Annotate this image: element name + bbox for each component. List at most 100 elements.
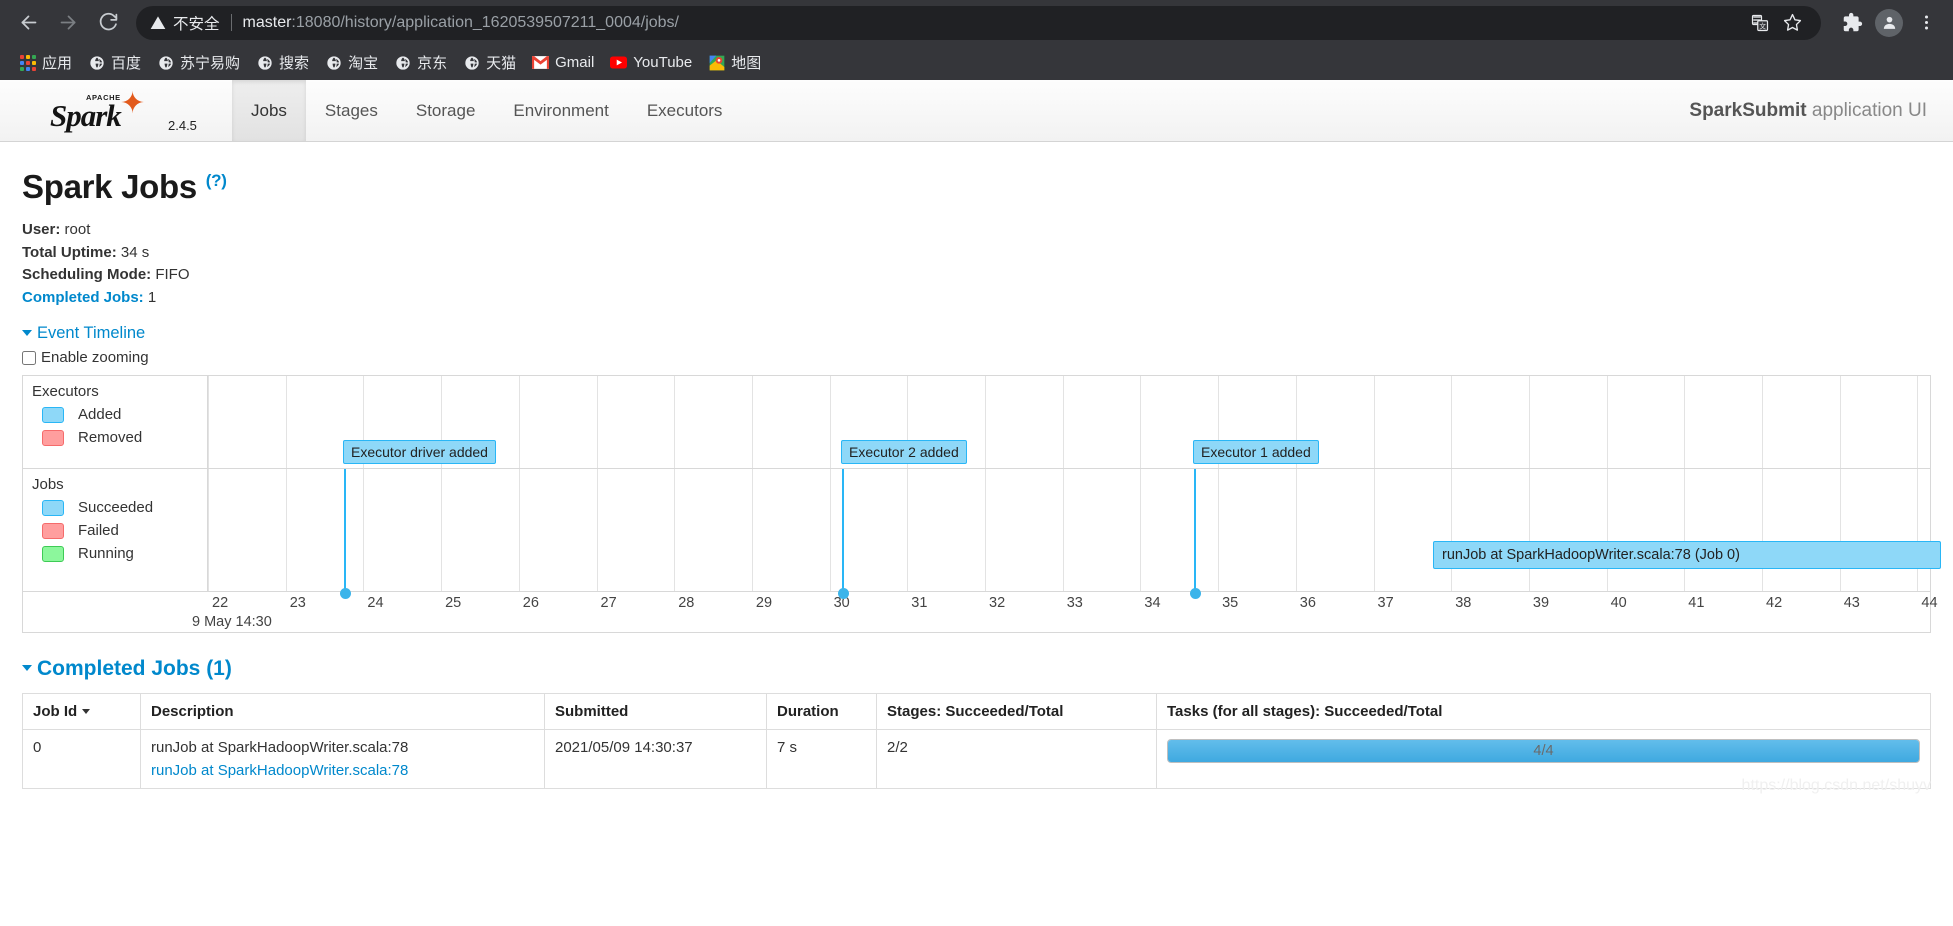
enable-zooming-checkbox[interactable] [22, 350, 36, 365]
timeline-tick-label: 42 [1766, 595, 1783, 612]
cell-stages: 2/2 [876, 729, 1157, 789]
event-timeline-toggle[interactable]: Event Timeline [22, 324, 145, 343]
url-text: master:18080/history/application_1620539… [243, 14, 679, 32]
timeline-event-box[interactable]: Executor 1 added [1193, 440, 1319, 465]
completed-jobs-toggle[interactable]: Completed Jobs (1) [22, 657, 232, 680]
timeline-tick-label: 24 [367, 595, 384, 612]
spark-version: 2.4.5 [168, 118, 197, 133]
bookmark-tmall[interactable]: 天猫 [456, 49, 525, 76]
timeline-tick-label: 41 [1688, 595, 1705, 612]
spark-navbar: ✦ APACHE Spark 2.4.5 Jobs Stages Storage… [0, 80, 1953, 142]
timeline-event-box[interactable]: Executor 2 added [841, 440, 967, 465]
page-watermark: https://blog.csdn.net/shuyv [1741, 777, 1931, 795]
completed-jobs-table: Job Id Description Submitted Duration St… [22, 693, 1931, 790]
col-description[interactable]: Description [140, 693, 545, 731]
timeline-axis-sublabel: 9 May 14:30 [192, 614, 272, 631]
tab-environment[interactable]: Environment [494, 80, 627, 141]
bookmark-label: 应用 [42, 55, 73, 72]
timeline-tick-label: 23 [289, 595, 306, 612]
globe-icon [88, 54, 105, 71]
summary-scheduling-label: Scheduling Mode: [22, 266, 152, 284]
spark-brand[interactable]: ✦ APACHE Spark 2.4.5 [0, 80, 232, 141]
url-path: :18080/history/application_1620539507211… [291, 13, 679, 31]
event-timeline-label: Event Timeline [37, 324, 146, 343]
star-icon[interactable] [1777, 8, 1807, 38]
description-link[interactable]: runJob at SparkHadoopWriter.scala:78 [151, 762, 534, 779]
bookmark-gmail[interactable]: Gmail [525, 51, 603, 74]
caret-down-icon [22, 665, 32, 672]
table-header-row: Job Id Description Submitted Duration St… [22, 693, 1931, 731]
youtube-icon [610, 54, 628, 71]
col-stages[interactable]: Stages: Succeeded/Total [876, 693, 1157, 731]
completed-jobs-link[interactable]: Completed Jobs: [22, 289, 144, 306]
address-bar[interactable]: 不安全 master:18080/history/application_162… [136, 5, 1821, 40]
bookmark-taobao[interactable]: 淘宝 [318, 49, 387, 76]
col-tasks[interactable]: Tasks (for all stages): Succeeded/Total [1156, 693, 1931, 731]
tab-storage[interactable]: Storage [397, 80, 495, 141]
bookmark-suning[interactable]: 苏宁易购 [150, 49, 249, 76]
translate-icon[interactable]: 文 [1745, 8, 1775, 38]
tasks-progress-bar: 4/4 [1167, 739, 1920, 764]
summary-completed-label: Completed Jobs: [22, 288, 144, 306]
help-link[interactable]: (?) [206, 171, 227, 190]
col-duration[interactable]: Duration [766, 693, 877, 731]
tab-executors[interactable]: Executors [628, 80, 742, 141]
three-dot-menu-icon[interactable] [1909, 6, 1943, 40]
timeline-event-box[interactable]: Executor driver added [343, 440, 496, 465]
cell-duration: 7 s [766, 729, 877, 789]
reload-button[interactable] [90, 5, 126, 41]
summary-completed-jobs: Completed Jobs: 1 [22, 288, 1931, 309]
profile-avatar-icon[interactable] [1872, 6, 1906, 40]
bookmarks-bar: 应用 百度 苏宁易购 搜索 淘宝 京东 天猫 Gmail YouTube 地图 [0, 45, 1953, 80]
url-separator [230, 14, 232, 31]
summary-completed-value: 1 [147, 288, 157, 306]
completed-jobs-heading-text: Completed Jobs (1) [37, 657, 232, 681]
url-host: master [242, 13, 292, 31]
bookmark-maps[interactable]: 地图 [701, 49, 770, 76]
spark-star-icon: ✦ [120, 86, 146, 120]
bookmark-label: 天猫 [486, 55, 517, 72]
bookmark-baidu[interactable]: 百度 [81, 49, 150, 76]
bookmark-jd[interactable]: 京东 [387, 49, 456, 76]
timeline-tick-label: 31 [911, 595, 928, 612]
timeline-tick-label: 37 [1377, 595, 1394, 612]
page-content: Spark Jobs (?) User: root Total Uptime: … [0, 168, 1953, 794]
col-job-id[interactable]: Job Id [22, 693, 141, 731]
timeline-tick-label: 22 [212, 595, 229, 612]
spark-page: ✦ APACHE Spark 2.4.5 Jobs Stages Storage… [0, 80, 1953, 794]
timeline-tick-label: 33 [1066, 595, 1083, 612]
timeline-event-stem [842, 469, 844, 594]
bookmark-search[interactable]: 搜索 [249, 49, 318, 76]
summary-user-value: root [64, 221, 91, 238]
summary-scheduling-mode: Scheduling Mode: FIFO [22, 265, 1931, 286]
timeline-job-bar[interactable]: runJob at SparkHadoopWriter.scala:78 (Jo… [1433, 541, 1941, 570]
forward-button[interactable] [50, 5, 86, 41]
globe-icon [463, 54, 480, 71]
timeline-executors-row [23, 376, 1930, 470]
puzzle-icon[interactable] [1835, 6, 1869, 40]
summary-user: User: root [22, 220, 1931, 241]
timeline-tick-label: 40 [1610, 595, 1627, 612]
bookmark-youtube[interactable]: YouTube [603, 51, 701, 74]
col-submitted[interactable]: Submitted [544, 693, 767, 731]
browser-toolbar: 不安全 master:18080/history/application_162… [0, 0, 1953, 45]
page-title-text: Spark Jobs [22, 168, 197, 205]
bookmark-apps[interactable]: 应用 [12, 49, 81, 76]
tab-jobs[interactable]: Jobs [232, 80, 306, 141]
enable-zooming-row: Enable zooming [22, 349, 1931, 366]
back-button[interactable] [10, 5, 46, 41]
cell-job-id: 0 [22, 729, 141, 789]
timeline-event-stem [344, 469, 346, 594]
caret-down-icon [22, 329, 32, 336]
enable-zooming-label: Enable zooming [41, 349, 149, 367]
tab-stages[interactable]: Stages [306, 80, 397, 141]
maps-pin-icon [708, 54, 725, 71]
col-tasks-label: Tasks (for all stages): Succeeded/Total [1167, 703, 1443, 721]
summary-uptime: Total Uptime: 34 s [22, 243, 1931, 264]
application-name: SparkSubmit [1689, 99, 1807, 121]
timeline-jobs-row [23, 469, 1930, 591]
summary-user-label: User: [22, 221, 61, 238]
browser-chrome: 不安全 master:18080/history/application_162… [0, 0, 1953, 80]
summary-uptime-value: 34 s [120, 243, 150, 261]
event-timeline[interactable]: Executors Added Removed Jobs Succeeded F… [22, 375, 1941, 634]
